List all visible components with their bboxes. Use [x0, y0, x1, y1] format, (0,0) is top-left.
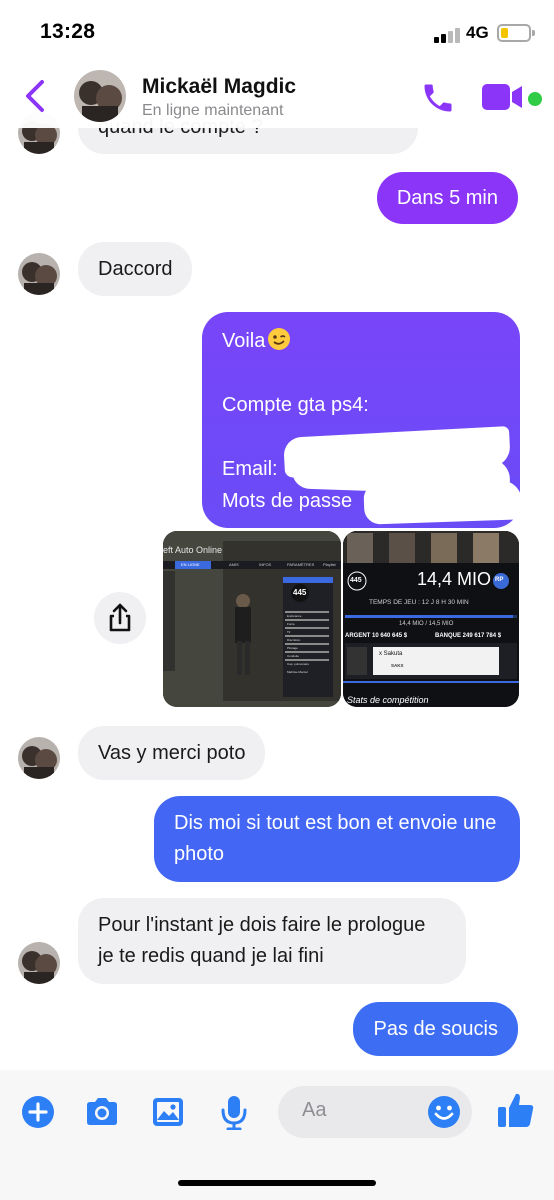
- contact-avatar[interactable]: [18, 942, 60, 984]
- gallery-button[interactable]: [150, 1094, 186, 1130]
- home-indicator[interactable]: [178, 1180, 376, 1186]
- thumbs-up-icon: [498, 1093, 534, 1127]
- video-call-button[interactable]: [482, 82, 524, 112]
- redaction-scribble: [363, 479, 523, 525]
- message-line: [222, 358, 500, 390]
- share-icon: [109, 603, 131, 632]
- message-bubble-outgoing[interactable]: Dans 5 min: [376, 172, 518, 224]
- camera-icon: [87, 1098, 117, 1125]
- message-bubble-incoming[interactable]: Vas y merci poto: [78, 726, 266, 780]
- camera-button[interactable]: [84, 1094, 120, 1130]
- photo-header-text: eft Auto Online: [163, 545, 223, 555]
- contact-name[interactable]: Mickaël Magdic: [142, 75, 296, 99]
- message-bubble-outgoing[interactable]: Dis moi si tout est bon et envoie une ph…: [154, 796, 520, 882]
- plus-circle-icon: [22, 1096, 54, 1128]
- microphone-button[interactable]: [216, 1094, 252, 1131]
- message-input-placeholder: Aa: [302, 1099, 327, 1121]
- video-camera-icon: [482, 84, 522, 110]
- like-button[interactable]: [496, 1090, 536, 1130]
- photo-attachment[interactable]: eft Auto Online EN LIGNE AMIS INFOS PARA…: [163, 531, 341, 707]
- phone-icon: [424, 84, 452, 112]
- voice-call-button[interactable]: [420, 80, 456, 116]
- contact-status: En ligne maintenant: [142, 102, 284, 119]
- emoji-button[interactable]: [426, 1094, 462, 1130]
- smiley-icon: [428, 1096, 460, 1128]
- plus-button[interactable]: [20, 1094, 56, 1130]
- wink-emoji-icon: [267, 327, 291, 361]
- contact-avatar[interactable]: [18, 737, 60, 779]
- microphone-icon: [221, 1096, 247, 1131]
- back-button[interactable]: [22, 78, 48, 114]
- message-list[interactable]: quand le compte ? Dans 5 min Daccord Voi…: [0, 0, 554, 1070]
- image-icon: [153, 1098, 183, 1126]
- chat-header: Mickaël Magdic En ligne maintenant: [0, 66, 554, 128]
- online-indicator: [528, 92, 542, 106]
- message-bubble-incoming[interactable]: Pour l'instant je dois faire le prologue…: [78, 898, 466, 984]
- contact-avatar[interactable]: [74, 70, 126, 122]
- composer-bar: Aa: [0, 1070, 554, 1200]
- message-bubble-outgoing[interactable]: Pas de soucis: [353, 1002, 518, 1056]
- contact-avatar[interactable]: [18, 253, 60, 295]
- message-bubble-incoming[interactable]: Daccord: [78, 242, 193, 296]
- message-line: Compte gta ps4:: [222, 394, 369, 416]
- chevron-left-icon: [26, 80, 44, 112]
- share-button[interactable]: [94, 592, 146, 644]
- message-line: Voila: [222, 326, 500, 358]
- photo-attachment[interactable]: 445 14,4 MIO RP TEMPS DE JEU : 12 J 8 H …: [343, 531, 519, 707]
